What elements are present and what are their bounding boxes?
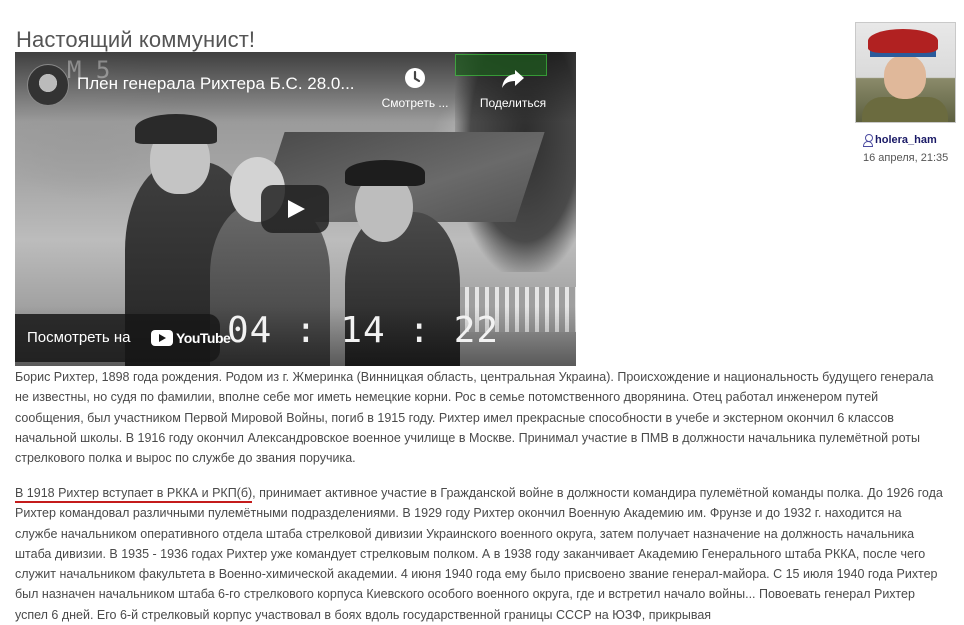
post-title: Настоящий коммунист! — [16, 26, 256, 52]
film-timecode: 04 : 14 : 22 — [227, 310, 500, 351]
watch-on-youtube-button[interactable]: Посмотреть на YouTube — [15, 314, 231, 362]
highlighted-sentence: В 1918 Рихтер вступает в РККА и РКП(б) — [15, 486, 253, 503]
post-date: 16 апреля, 21:35 — [863, 152, 949, 164]
share-label: Поделиться — [479, 96, 547, 110]
youtube-logo-text: YouTube — [176, 330, 231, 346]
channel-avatar[interactable] — [27, 64, 69, 106]
user-icon — [863, 134, 873, 147]
play-button[interactable] — [261, 185, 329, 233]
author-name: holera_ham — [875, 134, 937, 146]
watch-later-label: Смотреть ... — [381, 96, 449, 110]
watch-later-button[interactable]: Смотреть ... — [375, 64, 455, 110]
author-avatar[interactable] — [855, 22, 956, 123]
share-icon — [502, 70, 524, 88]
watch-later-icon — [405, 68, 425, 88]
paragraph-2-text: , принимает активное участие в Гражданск… — [15, 486, 943, 622]
video-embed[interactable]: M 5 Плен генерала Рихтера Б.С. 28.0... С… — [15, 52, 576, 366]
watch-on-label: Посмотреть на — [27, 329, 131, 346]
video-title[interactable]: Плен генерала Рихтера Б.С. 28.0... — [77, 74, 355, 94]
author-link[interactable]: holera_ham — [863, 134, 937, 147]
share-button[interactable]: Поделиться — [471, 64, 555, 110]
body-paragraph-1: Борис Рихтер, 1898 года рождения. Родом … — [15, 370, 934, 466]
youtube-logo-icon: YouTube — [151, 330, 231, 346]
body-paragraph-2: В 1918 Рихтер вступает в РККА и РКП(б), … — [15, 483, 945, 625]
